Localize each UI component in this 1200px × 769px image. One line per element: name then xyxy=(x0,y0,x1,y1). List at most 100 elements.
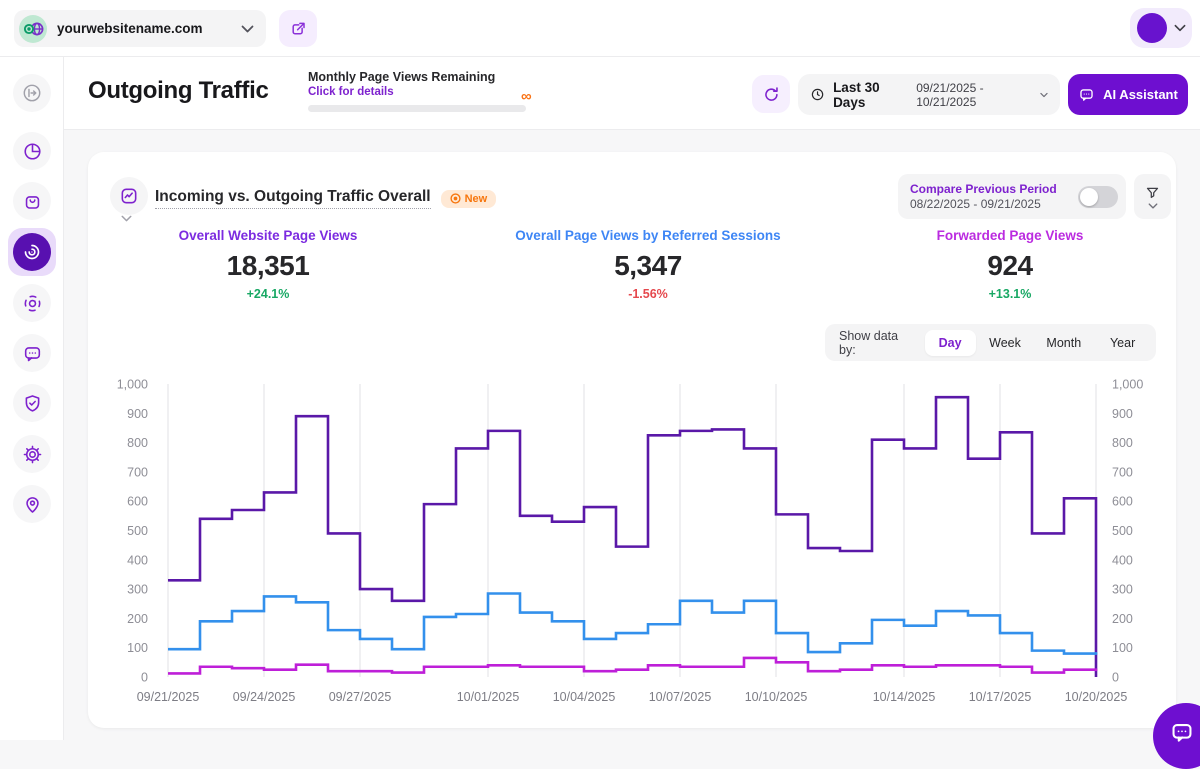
badge-dot-icon xyxy=(450,193,461,204)
top-bar: yourwebsitename.com xyxy=(0,0,1200,57)
svg-text:600: 600 xyxy=(1112,495,1133,509)
chat-bubble-icon xyxy=(1172,724,1192,742)
svg-text:09/27/2025: 09/27/2025 xyxy=(329,690,392,704)
svg-text:700: 700 xyxy=(127,465,148,479)
svg-text:300: 300 xyxy=(127,583,148,597)
date-range-value: 09/21/2025 - 10/21/2025 xyxy=(916,80,984,109)
stat-referred-sessions: Overall Page Views by Referred Sessions … xyxy=(498,228,798,301)
svg-text:400: 400 xyxy=(127,553,148,567)
traffic-step-chart[interactable]: 0 0 100 100 200 200 300 300 400 400 500 500 600 600 70… xyxy=(100,373,1164,713)
svg-text:09/24/2025: 09/24/2025 xyxy=(233,690,296,704)
ai-assistant-label: AI Assistant xyxy=(1103,87,1178,102)
svg-text:900: 900 xyxy=(127,407,148,421)
refresh-icon xyxy=(764,86,778,101)
sidebar-item-store[interactable] xyxy=(13,182,51,220)
website-name: yourwebsitename.com xyxy=(57,21,203,36)
sidebar-item-location[interactable] xyxy=(13,485,51,523)
date-range-label: Last 30 Days xyxy=(833,79,880,110)
compare-previous-period: Compare Previous Period 08/22/2025 - 09/… xyxy=(898,174,1126,219)
svg-text:1,000: 1,000 xyxy=(1112,378,1143,392)
stat-delta: -1.56% xyxy=(628,287,668,301)
svg-text:500: 500 xyxy=(1112,524,1133,538)
website-selector[interactable]: yourwebsitename.com xyxy=(14,10,266,47)
svg-text:700: 700 xyxy=(1112,465,1133,479)
shield-check-icon xyxy=(25,394,39,412)
svg-text:100: 100 xyxy=(127,641,148,655)
stat-delta: +13.1% xyxy=(988,287,1032,301)
user-menu[interactable] xyxy=(1130,8,1192,48)
ai-assistant-button[interactable]: AI Assistant xyxy=(1068,74,1188,115)
sidebar-item-scan[interactable] xyxy=(13,284,51,322)
refresh-button[interactable] xyxy=(752,75,790,113)
svg-text:800: 800 xyxy=(1112,436,1133,450)
stat-value: 924 xyxy=(987,250,1033,281)
card-title[interactable]: Incoming vs. Outgoing Traffic Overall xyxy=(155,188,431,209)
date-range-selector[interactable]: Last 30 Days 09/21/2025 - 10/21/2025 xyxy=(798,74,1060,115)
svg-text:200: 200 xyxy=(127,612,148,626)
svg-text:900: 900 xyxy=(1112,407,1133,421)
svg-text:400: 400 xyxy=(1112,553,1133,567)
funnel-icon xyxy=(1146,187,1159,198)
svg-text:200: 200 xyxy=(1112,612,1133,626)
tab-year[interactable]: Year xyxy=(1093,330,1152,356)
quota-progress-bar xyxy=(308,105,526,112)
svg-text:0: 0 xyxy=(141,671,148,685)
line-chart-icon xyxy=(121,188,137,204)
sidebar-item-messages[interactable] xyxy=(13,334,51,372)
svg-text:10/14/2025: 10/14/2025 xyxy=(873,690,936,704)
website-favicon-icon xyxy=(19,14,47,43)
new-badge: New xyxy=(440,189,497,208)
compare-toggle[interactable] xyxy=(1078,185,1118,208)
tab-month[interactable]: Month xyxy=(1034,330,1093,356)
sidebar xyxy=(0,57,64,740)
chevron-down-icon xyxy=(1148,202,1157,209)
card-title-row: Incoming vs. Outgoing Traffic Overall Ne… xyxy=(155,188,497,209)
stat-overall-page-views: Overall Website Page Views 18,351 +24.1% xyxy=(118,228,418,301)
map-pin-icon xyxy=(25,496,39,513)
tab-day[interactable]: Day xyxy=(924,329,976,356)
quota-details-link[interactable]: Click for details xyxy=(308,86,548,98)
svg-text:0: 0 xyxy=(1112,671,1119,685)
chevron-down-icon xyxy=(1174,24,1185,32)
pie-chart-icon xyxy=(23,142,41,160)
tab-week[interactable]: Week xyxy=(976,330,1035,356)
chevron-down-icon xyxy=(241,25,254,32)
svg-text:500: 500 xyxy=(127,524,148,538)
stat-label: Overall Website Page Views xyxy=(178,228,358,243)
stat-forwarded-page-views: Forwarded Page Views 924 +13.1% xyxy=(860,228,1160,301)
sidebar-item-collapse[interactable] xyxy=(13,74,51,112)
scan-focus-icon xyxy=(24,295,40,311)
stat-label: Forwarded Page Views xyxy=(936,228,1084,243)
clock-icon xyxy=(811,88,824,101)
filter-button[interactable] xyxy=(1134,174,1171,219)
svg-text:300: 300 xyxy=(1112,583,1133,597)
show-data-by-label: Show data by: xyxy=(839,328,899,357)
stat-value: 18,351 xyxy=(226,250,310,281)
external-link-icon xyxy=(292,22,305,35)
show-data-by-tabs: Show data by: Day Week Month Year xyxy=(825,324,1156,361)
stat-label: Overall Page Views by Referred Sessions xyxy=(515,228,781,243)
svg-text:10/07/2025: 10/07/2025 xyxy=(649,690,712,704)
gear-icon xyxy=(23,445,41,463)
sidebar-item-settings[interactable] xyxy=(13,435,51,473)
infinity-icon: ∞ xyxy=(521,88,532,105)
svg-text:10/10/2025: 10/10/2025 xyxy=(745,690,808,704)
open-website-button[interactable] xyxy=(279,10,317,47)
traffic-swirl-icon xyxy=(24,244,40,260)
sidebar-item-analytics[interactable] xyxy=(13,132,51,170)
avatar xyxy=(1136,13,1167,43)
traffic-overview-card: Incoming vs. Outgoing Traffic Overall Ne… xyxy=(88,152,1176,728)
sidebar-item-security[interactable] xyxy=(13,384,51,422)
compare-range: 08/22/2025 - 09/21/2025 xyxy=(910,197,1041,211)
monthly-quota-label: Monthly Page Views Remaining xyxy=(308,70,496,84)
chevron-down-icon xyxy=(1040,92,1048,97)
page-header: Outgoing Traffic Monthly Page Views Rema… xyxy=(64,57,1200,130)
svg-text:10/20/2025: 10/20/2025 xyxy=(1065,690,1128,704)
svg-text:10/17/2025: 10/17/2025 xyxy=(969,690,1032,704)
sidebar-item-traffic-active[interactable] xyxy=(8,228,56,276)
stat-value: 5,347 xyxy=(614,250,682,281)
collapse-sidebar-icon xyxy=(23,84,41,102)
svg-text:10/04/2025: 10/04/2025 xyxy=(553,690,616,704)
svg-text:600: 600 xyxy=(127,495,148,509)
chart-type-dropdown[interactable] xyxy=(110,177,148,215)
